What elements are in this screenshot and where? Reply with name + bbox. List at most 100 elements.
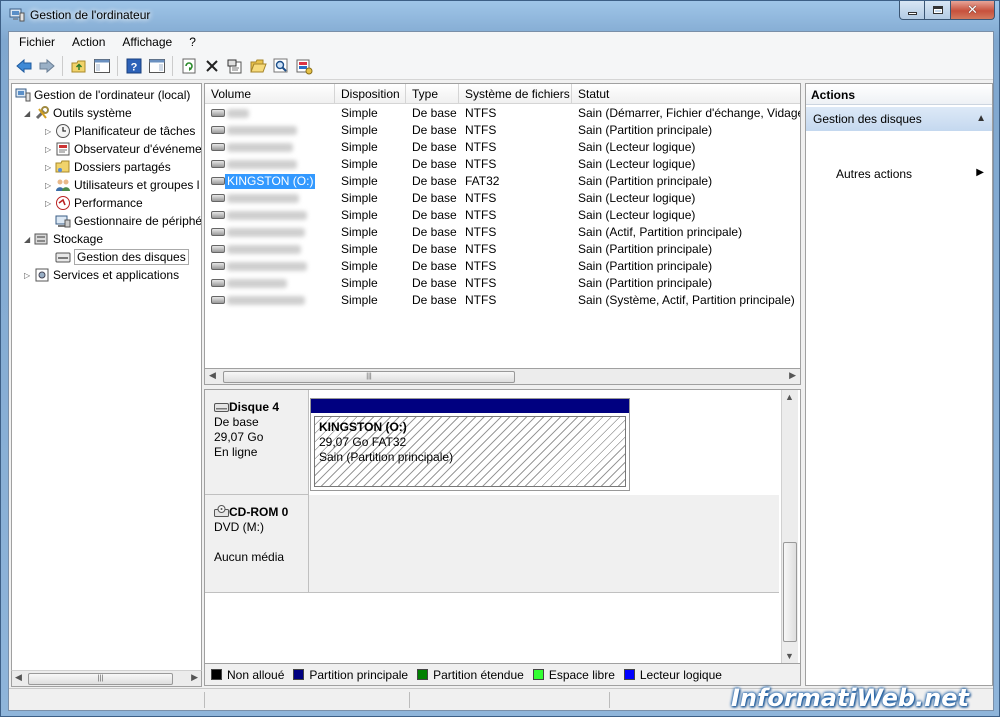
- scroll-down-icon[interactable]: ▼: [785, 651, 794, 661]
- tree-item-task-scheduler[interactable]: ▷ Planificateur de tâches: [45, 122, 195, 140]
- legend-swatch: [293, 669, 305, 680]
- table-row[interactable]: Simple De base NTFS Sain (Lecteur logique): [205, 156, 800, 173]
- cell-fs: NTFS: [465, 208, 497, 222]
- tree-label: Outils système: [53, 106, 132, 120]
- performance-icon: [55, 195, 71, 211]
- tree-item-storage[interactable]: ◢ Stockage: [24, 230, 103, 248]
- cell-type: De base: [412, 293, 457, 307]
- submenu-arrow-icon[interactable]: ▶: [976, 167, 984, 178]
- tree-label: Planificateur de tâches: [74, 124, 196, 138]
- properties-button[interactable]: [223, 55, 246, 77]
- minimize-button[interactable]: [899, 1, 925, 20]
- expand-triangle-icon[interactable]: ▷: [45, 145, 55, 154]
- collapse-up-icon[interactable]: ▲: [976, 113, 986, 124]
- table-row[interactable]: Simple De base NTFS Sain (Système, Actif, P…: [205, 292, 800, 309]
- cell-status: Sain (Partition principale): [578, 259, 713, 273]
- scroll-thumb[interactable]: |||: [223, 371, 515, 383]
- table-row[interactable]: Simple De base NTFS Sain (Lecteur logique): [205, 139, 800, 156]
- cell-fs: FAT32: [465, 174, 500, 188]
- column-header-status[interactable]: Statut: [572, 84, 800, 104]
- column-header-filesystem[interactable]: Système de fichiers: [459, 84, 572, 104]
- settings-button[interactable]: [292, 55, 315, 77]
- tree-item-local-users[interactable]: ▷ Utilisateurs et groupes l: [45, 176, 199, 194]
- scroll-thumb[interactable]: [783, 542, 797, 642]
- column-header-disposition[interactable]: Disposition: [335, 84, 406, 104]
- cell-fs: NTFS: [465, 140, 497, 154]
- table-row[interactable]: Simple De base NTFS Sain (Lecteur logique): [205, 190, 800, 207]
- scroll-left-icon[interactable]: ◀: [209, 370, 216, 381]
- expand-triangle-icon[interactable]: ▷: [45, 199, 55, 208]
- table-row[interactable]: KINGSTON (O:) Simple De base FAT32 Sain (Par…: [205, 173, 800, 190]
- table-row[interactable]: Simple De base NTFS Sain (Lecteur logique): [205, 207, 800, 224]
- collapse-triangle-icon[interactable]: ◢: [24, 235, 34, 244]
- menu-affichage[interactable]: Affichage: [112, 32, 179, 53]
- scroll-right-icon[interactable]: ▶: [191, 672, 198, 683]
- table-row[interactable]: Simple De base NTFS Sain (Partition princip…: [205, 275, 800, 292]
- menu-action[interactable]: Action: [62, 32, 112, 53]
- title-bar[interactable]: Gestion de l'ordinateur ✕: [1, 1, 999, 31]
- menu-fichier[interactable]: Fichier: [9, 32, 62, 53]
- open-button[interactable]: [246, 55, 269, 77]
- volume-disk-icon: [211, 177, 225, 185]
- cell-status: Sain (Lecteur logique): [578, 191, 696, 205]
- cell-type: De base: [412, 242, 457, 256]
- table-row[interactable]: Simple De base NTFS Sain (Partition princip…: [205, 258, 800, 275]
- help-button[interactable]: ?: [122, 55, 145, 77]
- cdrom-0-label[interactable]: CD-ROM 0 DVD (M:) Aucun média: [205, 495, 309, 593]
- legend-unallocated: Non alloué: [211, 668, 284, 682]
- table-row[interactable]: Simple De base NTFS Sain (Partition princip…: [205, 122, 800, 139]
- partition-kingston[interactable]: KINGSTON (O:) 29,07 Go FAT32 Sain (Parti…: [310, 398, 630, 491]
- tree-item-shared-folders[interactable]: ▷ Dossiers partagés: [45, 158, 171, 176]
- watermark-logo: InformatiWeb.net: [730, 684, 969, 712]
- tree-item-disk-management[interactable]: Gestion des disques: [55, 248, 189, 266]
- tree-item-performance[interactable]: ▷ Performance: [45, 194, 143, 212]
- cell-fs: NTFS: [465, 157, 497, 171]
- cell-layout: Simple: [341, 208, 378, 222]
- tree-horizontal-scrollbar[interactable]: ◀ ||| ▶: [11, 670, 202, 687]
- expand-triangle-icon[interactable]: ▷: [45, 127, 55, 136]
- folder-open-icon: [249, 59, 267, 73]
- collapse-triangle-icon[interactable]: ◢: [24, 109, 34, 118]
- tree-item-root[interactable]: Gestion de l'ordinateur (local): [15, 86, 190, 104]
- back-button[interactable]: [12, 55, 35, 77]
- up-level-button[interactable]: [67, 55, 90, 77]
- disk-4-label[interactable]: Disque 4 De base 29,07 Go En ligne: [205, 390, 309, 495]
- column-header-volume[interactable]: Volume: [205, 84, 335, 104]
- partition-type-bar: [311, 399, 629, 413]
- table-row[interactable]: Simple De base NTFS Sain (Actif, Partition …: [205, 224, 800, 241]
- search-button[interactable]: [269, 55, 292, 77]
- partition-name: KINGSTON (O:): [319, 420, 407, 434]
- cell-type: De base: [412, 191, 457, 205]
- forward-button[interactable]: [35, 55, 58, 77]
- actions-group-disk-management[interactable]: Gestion des disques ▲: [806, 107, 992, 131]
- cell-type: De base: [412, 106, 457, 120]
- expand-triangle-icon[interactable]: ▷: [45, 163, 55, 172]
- tree-item-system-tools[interactable]: ◢ Outils système: [24, 104, 132, 122]
- scroll-up-icon[interactable]: ▲: [785, 392, 794, 402]
- expand-triangle-icon[interactable]: ▷: [24, 271, 34, 280]
- expand-triangle-icon[interactable]: ▷: [45, 181, 55, 190]
- scroll-thumb[interactable]: |||: [28, 673, 173, 685]
- scroll-right-icon[interactable]: ▶: [789, 370, 796, 381]
- status-divider: [609, 692, 610, 708]
- cell-fs: NTFS: [465, 242, 497, 256]
- table-row[interactable]: Simple De base NTFS Sain (Démarrer, Fichier…: [205, 105, 800, 122]
- volume-list-horizontal-scrollbar[interactable]: ◀ ||| ▶: [204, 368, 801, 385]
- maximize-button[interactable]: [925, 1, 951, 20]
- menu-help[interactable]: ?: [179, 32, 203, 53]
- table-row[interactable]: Simple De base NTFS Sain (Partition princip…: [205, 241, 800, 258]
- action-more-actions[interactable]: Autres actions: [836, 167, 912, 181]
- partition-kingston-body[interactable]: KINGSTON (O:) 29,07 Go FAT32 Sain (Parti…: [314, 416, 626, 487]
- tree-item-device-manager[interactable]: Gestionnaire de périphé: [55, 212, 201, 230]
- show-hide-tree-button[interactable]: [90, 55, 113, 77]
- tree-item-event-viewer[interactable]: ▷ Observateur d'événeme: [45, 140, 201, 158]
- show-hide-action-pane-button[interactable]: [145, 55, 168, 77]
- services-icon: [34, 267, 50, 283]
- close-button[interactable]: ✕: [951, 1, 995, 20]
- scroll-left-icon[interactable]: ◀: [15, 672, 22, 683]
- disk-view-vertical-scrollbar[interactable]: ▲ ▼: [781, 390, 798, 663]
- tree-item-services[interactable]: ▷ Services et applications: [24, 266, 179, 284]
- column-header-type[interactable]: Type: [406, 84, 459, 104]
- delete-button[interactable]: [200, 55, 223, 77]
- refresh-button[interactable]: [177, 55, 200, 77]
